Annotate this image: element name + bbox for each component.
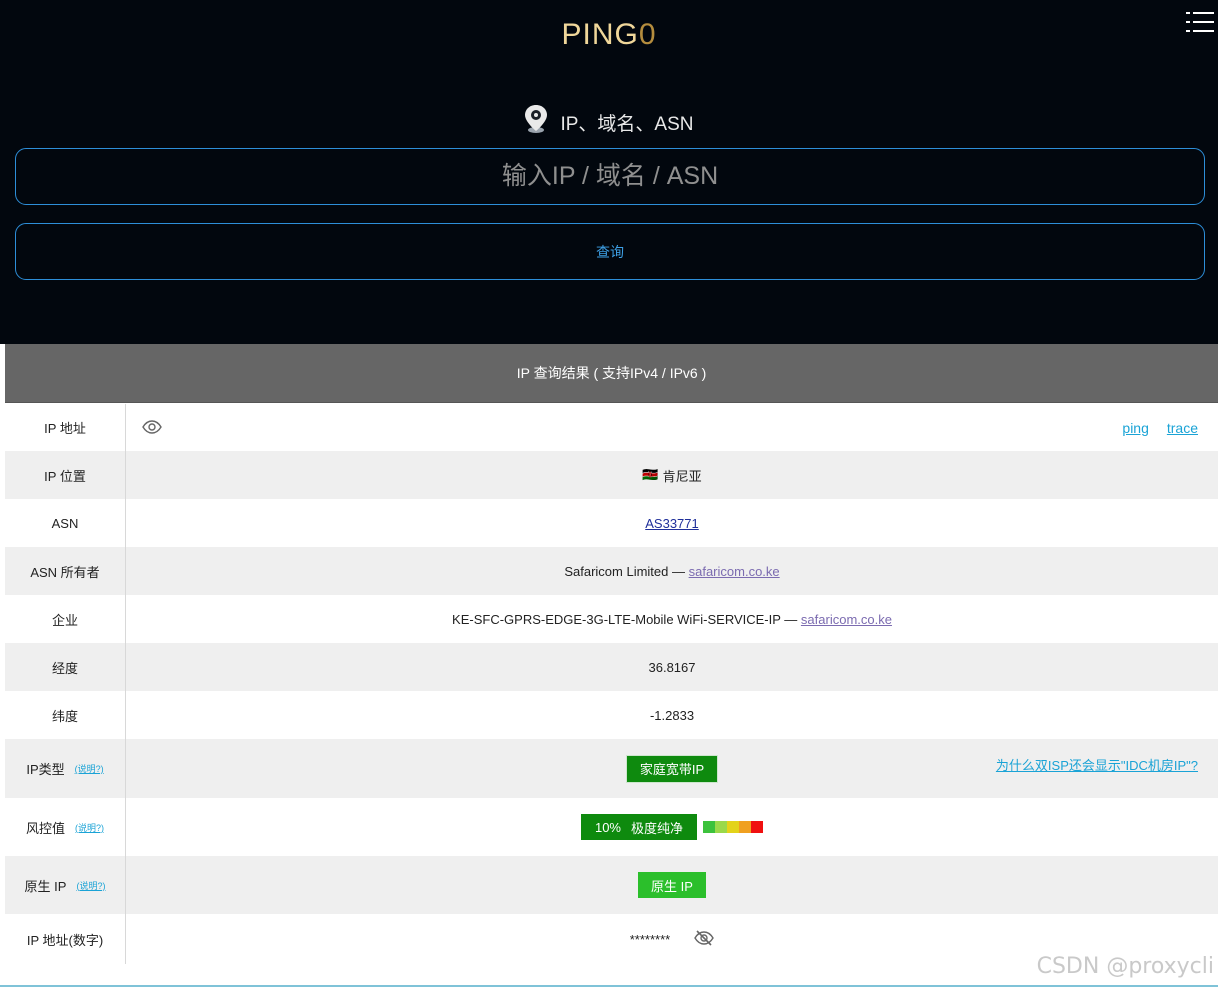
- row-asn-owner: ASN 所有者 Safaricom Limited — safaricom.co…: [5, 547, 1218, 595]
- row-latitude: 纬度 -1.2833: [5, 691, 1218, 739]
- label-asn: ASN: [5, 499, 126, 547]
- map-pin-icon: [524, 104, 548, 140]
- top-header: PING0 IP、域名、ASN 查询: [0, 0, 1218, 344]
- ip-location-value: 肯尼亚: [662, 468, 702, 484]
- risk-scale-bar: [703, 821, 763, 833]
- results-table: IP 地址 ping trace IP 位置 🇰🇪 肯尼亚 ASN AS33771…: [5, 404, 1218, 964]
- kenya-flag-icon: 🇰🇪: [642, 467, 659, 482]
- risk-scale-segment: [727, 821, 739, 833]
- longitude-value: 36.8167: [648, 659, 696, 675]
- risk-scale-segment: [751, 821, 763, 833]
- risk-scale-segment: [703, 821, 715, 833]
- row-longitude: 经度 36.8167: [5, 643, 1218, 691]
- row-ip-type: IP类型 (说明?) 家庭宽带IP 为什么双ISP还会显示"IDC机房IP"?: [5, 739, 1218, 798]
- eye-icon[interactable]: [142, 420, 162, 437]
- native-ip-badge: 原生 IP: [638, 872, 706, 898]
- asn-owner-value: Safaricom Limited —: [564, 563, 689, 579]
- row-asn: ASN AS33771: [5, 499, 1218, 547]
- label-latitude: 纬度: [5, 691, 126, 739]
- search-input[interactable]: [15, 148, 1205, 205]
- label-longitude: 经度: [5, 643, 126, 691]
- latitude-value: -1.2833: [649, 707, 695, 723]
- label-asn-owner: ASN 所有者: [5, 547, 126, 595]
- risk-scale-segment: [739, 821, 751, 833]
- watermark: CSDN @proxycli: [1036, 954, 1214, 979]
- hamburger-list-icon[interactable]: [1186, 10, 1214, 34]
- ip-type-help-link[interactable]: (说明?): [75, 762, 104, 775]
- ping-link[interactable]: ping: [1122, 420, 1148, 436]
- label-native-ip: 原生 IP: [24, 878, 67, 894]
- label-ip-type: IP类型: [26, 762, 65, 777]
- row-risk: 风控值 (说明?) 10% 极度纯净: [5, 798, 1218, 856]
- query-button[interactable]: 查询: [15, 223, 1205, 280]
- dual-isp-explain-link[interactable]: 为什么双ISP还会显示"IDC机房IP"?: [996, 755, 1198, 774]
- risk-percent: 10%: [594, 819, 621, 835]
- row-ip-address: IP 地址 ping trace: [5, 404, 1218, 451]
- asn-owner-domain-link[interactable]: safaricom.co.ke: [689, 564, 780, 579]
- label-ip-numeric: IP 地址(数字): [5, 914, 126, 964]
- site-logo[interactable]: PING0: [0, 18, 1218, 52]
- enterprise-domain-link[interactable]: safaricom.co.ke: [801, 612, 892, 627]
- asn-link[interactable]: AS33771: [645, 516, 699, 531]
- results-title: IP 查询结果 ( 支持IPv4 / IPv6 ): [5, 344, 1218, 403]
- search-hint-text: IP、域名、ASN: [560, 113, 694, 135]
- label-risk: 风控值: [25, 820, 65, 836]
- label-ip-location: IP 位置: [5, 451, 126, 499]
- ip-numeric-value: ********: [629, 931, 671, 947]
- risk-text: 极度纯净: [631, 820, 684, 836]
- trace-link[interactable]: trace: [1167, 420, 1198, 436]
- row-enterprise: 企业 KE-SFC-GPRS-EDGE-3G-LTE-Mobile WiFi-S…: [5, 595, 1218, 643]
- enterprise-value: KE-SFC-GPRS-EDGE-3G-LTE-Mobile WiFi-SERV…: [452, 611, 801, 627]
- risk-scale-segment: [715, 821, 727, 833]
- row-ip-location: IP 位置 🇰🇪 肯尼亚: [5, 451, 1218, 499]
- risk-badge: 10% 极度纯净: [581, 814, 697, 840]
- search-hint: IP、域名、ASN: [0, 104, 1218, 140]
- label-enterprise: 企业: [5, 595, 126, 643]
- label-ip-address: IP 地址: [5, 404, 126, 451]
- risk-help-link[interactable]: (说明?): [75, 821, 104, 834]
- native-ip-help-link[interactable]: (说明?): [76, 879, 105, 892]
- row-native-ip: 原生 IP (说明?) 原生 IP: [5, 856, 1218, 914]
- eye-slash-icon[interactable]: [694, 929, 715, 949]
- ip-type-badge: 家庭宽带IP: [626, 754, 718, 783]
